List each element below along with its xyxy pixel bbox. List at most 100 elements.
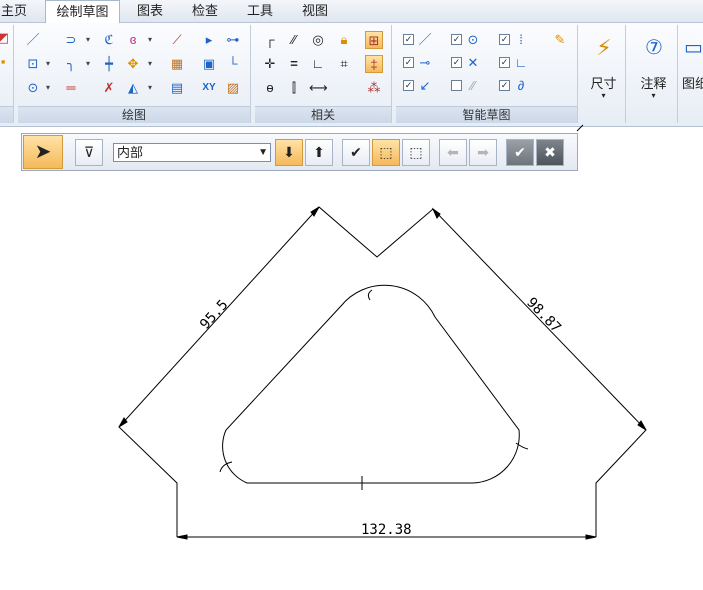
outer-profile xyxy=(118,206,647,537)
curve-dropdown-icon[interactable]: ▾ xyxy=(148,35,152,44)
split-icon[interactable]: ┿ xyxy=(100,55,118,73)
xy-icon[interactable]: XY xyxy=(198,79,220,97)
smart-check-6[interactable]: ✓ xyxy=(499,57,510,68)
dimension-right-value[interactable]: 98.87 xyxy=(523,295,564,336)
dimension-label: 尺寸 xyxy=(590,76,617,91)
parallel-icon[interactable]: ⁄⁄ xyxy=(285,31,303,49)
select-scope-dropdown[interactable]: 内部 ▼ xyxy=(113,143,271,162)
collinear-icon[interactable]: ⟷ xyxy=(309,79,328,97)
tab-tools[interactable]: 工具 xyxy=(238,0,282,23)
dimension-left-value[interactable]: 95.5 xyxy=(197,297,231,333)
project-icon[interactable]: ▣ xyxy=(200,55,218,73)
circle-dropdown-icon[interactable]: ▾ xyxy=(46,83,50,92)
ribbon-group-smart-sketch: ✓ ／ ✓ ⊙ ✓ ⁞ ✓ ⊸ ✓ ✕ ✓ ∟ ✓ ↙ ⁄⁄ ✓ ∂ ✎ 智能草… xyxy=(396,25,578,123)
close-icon: ✖ xyxy=(544,144,556,160)
parallel-snap-icon: ⁄⁄ xyxy=(470,78,476,93)
filter-icon: ⊽ xyxy=(83,144,95,160)
on-element-icon: ↙ xyxy=(419,78,431,93)
smart-check-5[interactable]: ✓ xyxy=(451,57,462,68)
next-button[interactable]: ➡ xyxy=(469,139,497,166)
extend-icon[interactable]: ═ xyxy=(62,79,80,97)
smart-check-2[interactable]: ✓ xyxy=(451,34,462,45)
perpendicular-snap-icon: ∟ xyxy=(514,55,528,70)
rectangle-dropdown-icon[interactable]: ▾ xyxy=(46,59,50,68)
accept-selection-button[interactable]: ✔ xyxy=(342,139,370,166)
equal-icon[interactable]: = xyxy=(285,55,303,73)
drawing-label: 图纸 xyxy=(682,76,703,91)
offset-icon[interactable]: ⟋ xyxy=(168,31,186,49)
smart-check-1[interactable]: ✓ xyxy=(403,34,414,45)
smart-check-4[interactable]: ✓ xyxy=(403,57,414,68)
corner-icon[interactable]: └ xyxy=(224,55,242,73)
perpendicular-icon[interactable]: ┌ xyxy=(261,31,279,49)
delete-curve-icon[interactable]: ✗ xyxy=(100,79,118,97)
lock-icon[interactable]: 🔒︎ xyxy=(335,31,353,49)
select-up-button[interactable]: ⬆ xyxy=(305,139,333,166)
smart-check-9[interactable]: ✓ xyxy=(499,80,510,91)
trim-icon[interactable]: ℭ xyxy=(100,31,118,49)
horizontal-vertical-icon[interactable]: ∟ xyxy=(309,55,327,73)
dimension-bottom-value[interactable]: 132.38 xyxy=(361,522,412,538)
fillet-dropdown-icon[interactable]: ▾ xyxy=(86,59,90,68)
tangent-snap-icon: ∂ xyxy=(517,78,525,93)
tab-inspect[interactable]: 检查 xyxy=(183,0,227,23)
select-tool-button[interactable]: ➤ xyxy=(23,135,63,169)
fill-pattern-icon[interactable]: ▦ xyxy=(168,55,186,73)
smart-check-3[interactable]: ✓ xyxy=(499,34,510,45)
right-dim-arrow-bottom xyxy=(637,420,647,431)
arrow-right-icon: ➡ xyxy=(477,144,489,160)
smart-check-8[interactable] xyxy=(451,80,462,91)
annotation-button[interactable]: ⑦ 注释 ▾ xyxy=(630,25,678,123)
tangent-icon[interactable]: ɵ xyxy=(261,79,279,97)
checkmark-pen-icon: ✔ xyxy=(350,144,362,160)
dimension-button[interactable]: ⚡ 尺寸 ▾ xyxy=(582,25,626,123)
table-icon[interactable]: ▤ xyxy=(168,79,186,97)
previous-button[interactable]: ⬅ xyxy=(439,139,467,166)
accept-button[interactable]: ✔ xyxy=(506,139,534,166)
select-scope-value: 内部 xyxy=(117,145,144,160)
partial-box-select-button[interactable]: ⬚ xyxy=(402,139,430,166)
point-icon[interactable]: ▸ xyxy=(200,31,218,49)
dimension-dropdown-icon: ▾ xyxy=(601,91,606,100)
ribbon-group-label-smart-sketch: 智能草图 xyxy=(396,106,577,123)
connect-icon[interactable]: ⊶ xyxy=(224,31,242,49)
relation-assistant-icon[interactable]: ⁂ xyxy=(365,79,383,97)
move-icon[interactable]: ✥ xyxy=(124,55,142,73)
ribbon: ◩ ▪ ／ ⊃ ▾ ℭ ɞ ▾ ⟋ ⊡ ▾ ╮ ▾ ┿ ✥ ▾ ▦ ⊙ ▾ ═ … xyxy=(0,23,703,127)
tab-view[interactable]: 视图 xyxy=(293,0,337,23)
rigid-set-icon[interactable]: ⌗ xyxy=(335,55,353,73)
inner-slot-profile xyxy=(222,284,520,484)
tab-home[interactable]: 主页 xyxy=(0,0,32,23)
drawing-button[interactable]: ▭ 图纸 xyxy=(682,25,703,123)
tab-sketch[interactable]: 绘制草图 xyxy=(45,0,120,24)
select-down-button[interactable]: ⬇ xyxy=(275,139,303,166)
relation-handles-icon[interactable]: ⊞ xyxy=(365,31,383,49)
mirror-icon[interactable]: ◭ xyxy=(124,79,142,97)
annotation-icon: ⑦ xyxy=(645,37,663,59)
rectangle-icon[interactable]: ⊡ xyxy=(24,55,42,73)
arc-dropdown-icon[interactable]: ▾ xyxy=(86,35,90,44)
smart-check-7[interactable]: ✓ xyxy=(403,80,414,91)
curve-icon[interactable]: ɞ xyxy=(124,31,142,49)
smart-sketch-options-icon[interactable]: ✎ xyxy=(551,31,569,49)
maintain-relations-icon[interactable]: ‡ xyxy=(365,55,383,73)
concentric-icon[interactable]: ◎ xyxy=(309,31,327,49)
connect-point-icon[interactable]: ✛ xyxy=(261,55,279,73)
box-select-button[interactable]: ⬚ xyxy=(372,139,400,166)
annotation-dropdown-icon: ▾ xyxy=(651,91,656,100)
annotation-label: 注释 xyxy=(640,76,667,91)
tab-chart[interactable]: 图表 xyxy=(128,0,172,23)
partial-icon-1[interactable]: ◩ xyxy=(0,29,12,47)
mirror-dropdown-icon[interactable]: ▾ xyxy=(148,83,152,92)
arc-icon[interactable]: ⊃ xyxy=(62,31,80,49)
fillet-icon[interactable]: ╮ xyxy=(62,55,80,73)
convert-icon[interactable]: ▨ xyxy=(224,79,242,97)
line-icon[interactable]: ／ xyxy=(24,31,42,49)
partial-icon-2[interactable]: ▪ xyxy=(0,53,12,71)
circle-icon[interactable]: ⊙ xyxy=(24,79,42,97)
move-dropdown-icon[interactable]: ▾ xyxy=(148,59,152,68)
ribbon-group-label-draw: 绘图 xyxy=(18,106,250,123)
cancel-button[interactable]: ✖ xyxy=(536,139,564,166)
filter-button[interactable]: ⊽ xyxy=(75,139,103,166)
symmetric-icon[interactable]: ⫿ xyxy=(285,79,303,97)
